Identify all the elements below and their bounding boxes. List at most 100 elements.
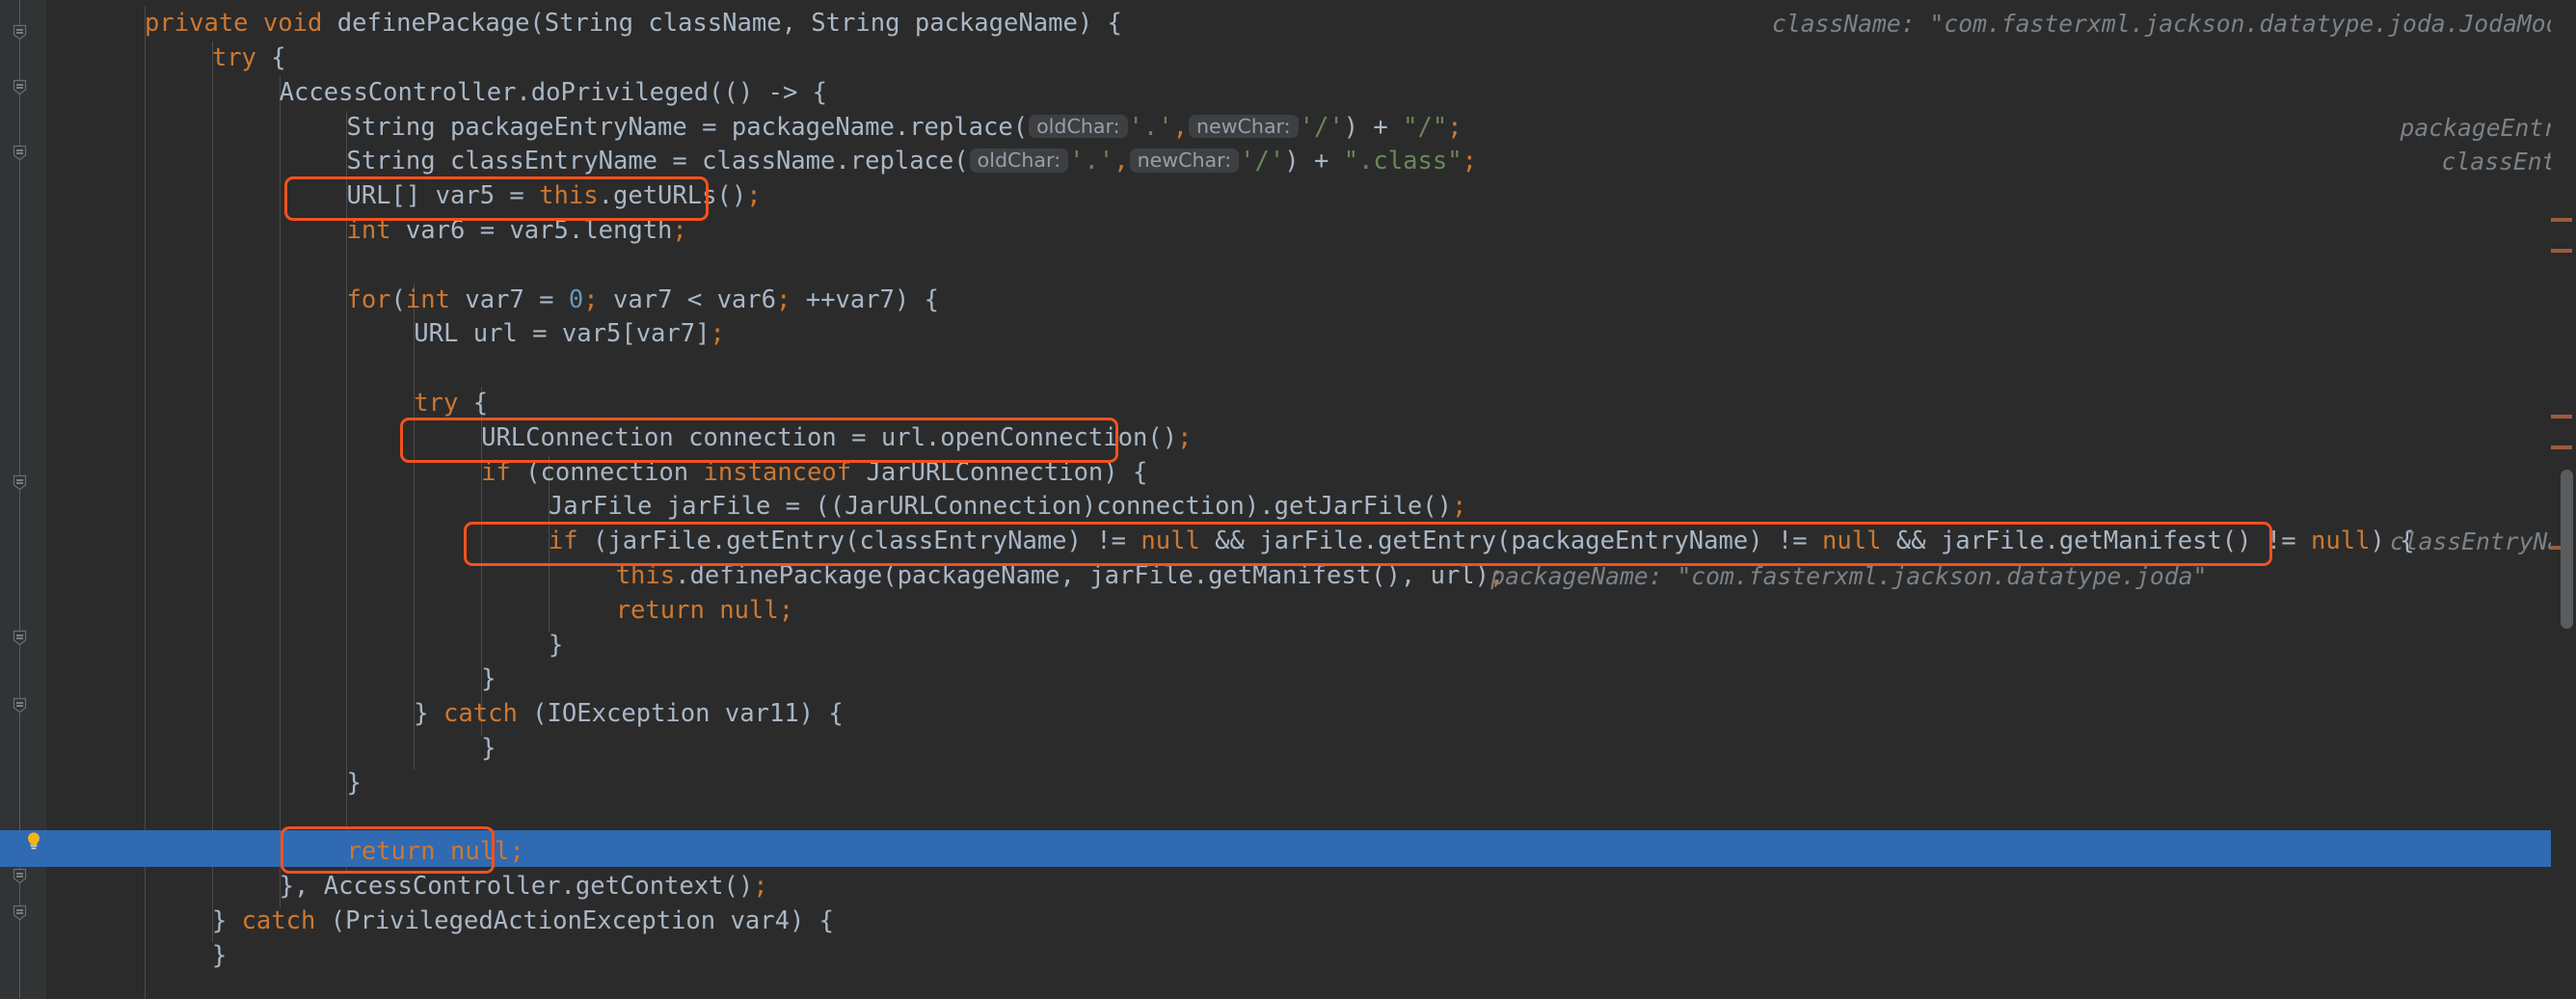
code-canvas[interactable]: private void definePackage(String classN… [46, 0, 2576, 999]
code-token: return [615, 595, 720, 625]
code-token: '/' [1240, 147, 1285, 176]
code-line[interactable]: } catch (PrivilegedActionException var4)… [212, 904, 834, 939]
error-stripe-4[interactable] [2551, 445, 2572, 449]
code-token: ( [390, 284, 406, 314]
code-token: } [481, 733, 496, 763]
code-token: } [414, 699, 443, 729]
editor-gutter[interactable] [0, 0, 46, 999]
code-token: JarURLConnection) { [866, 457, 1148, 487]
code-token: ".class" [1343, 147, 1462, 176]
code-token: ; [583, 284, 599, 314]
code-token: } [211, 905, 242, 935]
intention-bulb-icon[interactable] [23, 830, 44, 851]
indent-guide-2 [211, 40, 213, 943]
code-line[interactable]: URLConnection connection = url.openConne… [481, 421, 1192, 456]
inlay-parameter-hint[interactable]: newChar: [1129, 148, 1240, 174]
code-token: ; [778, 595, 794, 625]
code-line[interactable]: } [346, 767, 361, 801]
code-line[interactable]: if (connection instanceof JarURLConnecti… [481, 456, 1147, 491]
code-line[interactable]: String classEntryName = className.replac… [346, 145, 1477, 179]
code-line[interactable]: return null; [346, 835, 523, 870]
code-line[interactable]: for(int var7 = 0; var7 < var6; ++var7) { [346, 284, 939, 318]
code-line[interactable]: URL[] var5 = this.getURLs(); [346, 179, 761, 214]
code-line[interactable]: } [481, 662, 496, 697]
code-token: ; [776, 284, 792, 314]
code-line[interactable]: int var6 = var5.length; [346, 214, 686, 249]
code-token: '.' [1069, 147, 1114, 176]
indent-guide-3 [279, 75, 281, 908]
code-token: for [346, 284, 391, 314]
code-token: null [2310, 526, 2371, 556]
code-token: .definePackage(packageName, jarFile.getM… [675, 560, 1490, 590]
code-token: { [271, 42, 286, 72]
code-line[interactable]: this.definePackage(packageName, jarFile.… [616, 559, 1505, 594]
code-fold-icon[interactable] [12, 79, 28, 95]
code-token: ) + [1343, 112, 1404, 142]
inline-value-hint: packageEntryName: "com/fasterxml/jackson… [2400, 113, 2576, 142]
code-token: }, [279, 872, 324, 902]
code-fold-icon[interactable] [12, 24, 28, 40]
code-token: null [450, 837, 510, 867]
code-token: ; [1447, 112, 1462, 142]
scrollbar-thumb[interactable] [2561, 469, 2573, 629]
code-token: .getURLs() [598, 181, 747, 211]
code-token: ; [1177, 422, 1193, 452]
code-token: this [615, 560, 676, 590]
code-token: int [346, 215, 406, 245]
code-token: , [1172, 112, 1188, 142]
code-editor-window: private void definePackage(String classN… [0, 0, 2576, 999]
code-token: (IOException var11) { [532, 699, 844, 729]
code-token: null [719, 595, 779, 625]
code-fold-icon[interactable] [12, 697, 28, 714]
code-line[interactable]: }, AccessController.getContext(); [280, 870, 768, 904]
code-line[interactable]: AccessController.doPrivileged(() -> { [280, 76, 827, 111]
inline-value-hint: classEntryName: "com/fasterxml/ja [2389, 527, 2576, 556]
code-token: ; [509, 837, 524, 867]
code-token: URL[] var5 = [346, 181, 540, 211]
code-line[interactable]: } [481, 732, 496, 767]
code-token: } [481, 664, 496, 694]
code-line[interactable]: return null; [616, 594, 793, 629]
code-token: } [211, 940, 228, 970]
code-token: null [1822, 526, 1882, 556]
code-token: null [1140, 526, 1200, 556]
code-token: try [211, 42, 272, 72]
inlay-parameter-hint[interactable]: newChar: [1189, 114, 1299, 139]
code-token: && jarFile.getManifest() != [1881, 526, 2311, 556]
error-stripe-2[interactable] [2551, 248, 2572, 253]
code-token: var7 < var6 [598, 284, 777, 314]
code-token: } [346, 768, 362, 797]
error-stripe-3[interactable] [2551, 414, 2572, 418]
code-line[interactable]: try { [414, 387, 488, 421]
code-token: '.' [1128, 112, 1173, 142]
code-token: '/' [1299, 112, 1344, 142]
code-token: String classEntryName = className.replac… [346, 147, 969, 176]
code-token: catch [443, 699, 533, 729]
code-line[interactable]: } catch (IOException var11) { [414, 697, 844, 732]
code-line[interactable]: URL url = var5[var7]; [414, 317, 725, 352]
code-line[interactable]: try { [212, 41, 286, 76]
inlay-parameter-hint[interactable]: oldChar: [1029, 114, 1128, 139]
code-token: ) + [1284, 147, 1344, 176]
code-fold-icon[interactable] [12, 145, 28, 161]
code-token: instanceof [703, 457, 867, 487]
code-fold-icon[interactable] [12, 904, 28, 921]
code-token: ; [746, 181, 762, 211]
error-stripe-1[interactable] [2551, 217, 2572, 222]
code-token: (connection [525, 457, 704, 487]
code-token: URL url = var5[var7] [414, 319, 711, 349]
error-stripe-column[interactable] [2551, 0, 2576, 999]
code-fold-icon[interactable] [12, 474, 28, 491]
code-line[interactable]: } [549, 629, 563, 663]
code-line[interactable]: private void definePackage(String classN… [145, 7, 1122, 41]
code-line[interactable]: } [212, 939, 227, 974]
inlay-parameter-hint[interactable]: oldChar: [969, 148, 1069, 174]
code-token: this [539, 181, 599, 211]
code-line[interactable]: String packageEntryName = packageName.re… [346, 111, 1462, 146]
code-line[interactable]: if (jarFile.getEntry(classEntryName) != … [549, 525, 2415, 559]
code-token: int [405, 284, 466, 314]
code-fold-icon[interactable] [12, 630, 28, 646]
code-token: var6 = var5.length [405, 215, 673, 245]
code-fold-icon[interactable] [12, 868, 28, 884]
code-line[interactable]: JarFile jarFile = ((JarURLConnection)con… [549, 490, 1466, 525]
